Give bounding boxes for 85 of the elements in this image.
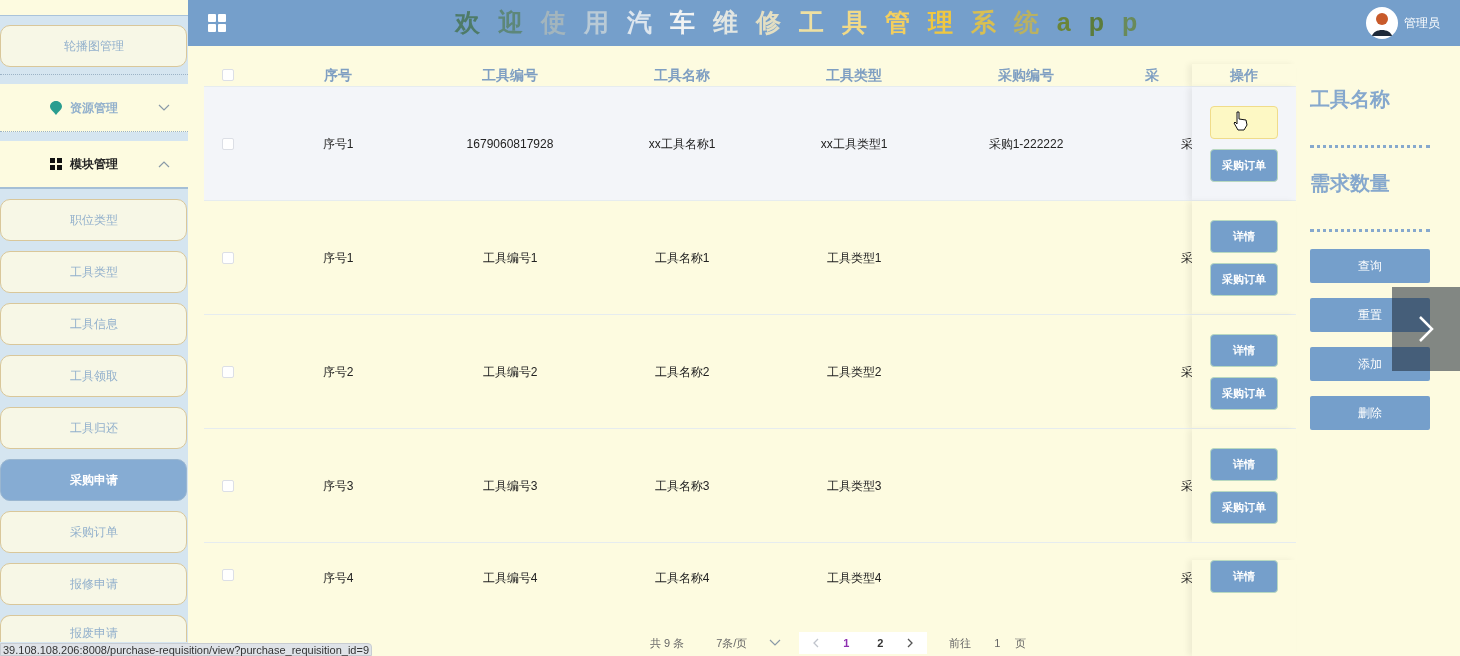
sidebar-item[interactable]: 工具领取: [0, 355, 187, 397]
table-cell-text: 序号2: [322, 363, 354, 381]
table-cell-text: xx工具名称1: [648, 135, 716, 153]
chevron-down-icon: [769, 639, 782, 647]
action-button[interactable]: 添加: [1310, 347, 1430, 381]
table-cell-text: 工具类型4: [826, 570, 882, 587]
chevron-right-icon: [1418, 315, 1434, 343]
chevron-down-icon: [158, 103, 170, 112]
table-cell-text: 采购1-222222: [988, 135, 1064, 153]
order-button[interactable]: 采购订单: [1210, 490, 1278, 524]
table-cell-text: 工具名称3: [654, 477, 710, 495]
checkbox[interactable]: [222, 69, 234, 81]
column-header: 采: [1145, 65, 1159, 85]
order-button[interactable]: 采购订单: [1210, 262, 1278, 296]
sidebar-item[interactable]: 报修申请: [0, 563, 187, 605]
total-count: 共 9 条: [650, 635, 685, 651]
table-cell-text: xx工具类型1: [820, 135, 888, 153]
page-size-select[interactable]: 7条/页: [716, 634, 782, 652]
table-cell-text: 采: [1181, 477, 1192, 495]
user-name: 管理员: [1404, 15, 1440, 32]
search-field[interactable]: 工具名称: [1310, 82, 1430, 148]
details-button[interactable]: 详情: [1210, 333, 1278, 367]
next-slide-button[interactable]: [1392, 287, 1460, 371]
column-header: 操作: [1230, 65, 1258, 85]
table-cell-text: 采: [1181, 570, 1192, 587]
goto-label: 前往: [949, 635, 972, 651]
column-header: 工具编号: [482, 65, 538, 85]
pin-icon: [50, 100, 62, 115]
sidebar-item[interactable]: 轮播图管理: [0, 25, 187, 67]
table-cell-text: 采: [1181, 135, 1192, 153]
table-cell-text: 1679060817928: [466, 135, 554, 153]
table-cell-text: 工具名称4: [654, 570, 710, 587]
column-header: 采购编号: [998, 65, 1054, 85]
sidebar-item[interactable]: 报废申请: [0, 615, 187, 642]
column-header: 工具名称: [654, 65, 710, 85]
page-suffix: 页: [1015, 635, 1027, 651]
sidebar-item[interactable]: 工具归还: [0, 407, 187, 449]
column-header: 工具类型: [826, 65, 882, 85]
checkbox[interactable]: [222, 479, 234, 492]
sidebar-group[interactable]: 资源管理: [0, 84, 188, 132]
sidebar-item[interactable]: 职位类型: [0, 199, 187, 241]
checkbox[interactable]: [222, 251, 234, 264]
order-button[interactable]: 采购订单: [1210, 376, 1278, 410]
avatar[interactable]: [1366, 7, 1398, 39]
status-bar: 39.108.108.206:8008/purchase-requisition/view?purchase_requisition_id=9: [0, 643, 372, 656]
search-field[interactable]: 需求数量: [1310, 166, 1430, 232]
cursor-icon: [1233, 110, 1249, 131]
grid-icon: [50, 158, 62, 170]
grid-menu-icon[interactable]: [208, 14, 226, 32]
details-button[interactable]: 详情: [1210, 219, 1278, 253]
table-cell-text: 工具编号1: [482, 249, 538, 267]
details-button[interactable]: [1210, 105, 1278, 139]
table-cell-text: 工具编号2: [482, 363, 538, 381]
action-button[interactable]: 重置: [1310, 298, 1430, 332]
table-cell-text: 工具类型1: [826, 249, 882, 267]
table-cell-text: 工具编号3: [482, 477, 538, 495]
checkbox[interactable]: [222, 569, 234, 581]
table-cell-text: 采: [1181, 363, 1192, 381]
table-cell-text: 工具名称2: [654, 363, 710, 381]
sidebar-item[interactable]: 工具信息: [0, 303, 187, 345]
page-number[interactable]: 2: [865, 634, 896, 652]
table-cell-text: 序号4: [322, 570, 354, 587]
sidebar-item[interactable]: 采购订单: [0, 511, 187, 553]
action-button[interactable]: 查询: [1310, 249, 1430, 283]
chevron-up-icon: [158, 160, 170, 168]
order-button[interactable]: 采购订单: [1210, 148, 1278, 182]
details-button[interactable]: 详情: [1210, 447, 1278, 481]
table-cell-text: 工具类型3: [826, 477, 882, 495]
page-number[interactable]: 1: [831, 634, 862, 652]
table-cell-text: 采: [1181, 249, 1192, 267]
sidebar-item[interactable]: 工具类型: [0, 251, 187, 293]
table-cell-text: 序号1: [322, 135, 354, 153]
checkbox[interactable]: [222, 137, 234, 150]
sidebar-item[interactable]: 采购申请: [0, 459, 187, 501]
checkbox[interactable]: [222, 365, 234, 378]
action-button[interactable]: 删除: [1310, 396, 1430, 430]
goto-input[interactable]: 1: [985, 634, 1010, 652]
details-button[interactable]: 详情: [1210, 560, 1278, 593]
table-cell-text: 序号1: [322, 249, 354, 267]
table-cell-text: 工具类型2: [826, 363, 882, 381]
table-cell-text: 序号3: [322, 477, 354, 495]
column-header: 序号: [324, 65, 352, 85]
sidebar-group[interactable]: 模块管理: [0, 141, 188, 189]
table-cell-text: 工具名称1: [654, 249, 710, 267]
table-cell-text: 工具编号4: [482, 570, 538, 587]
